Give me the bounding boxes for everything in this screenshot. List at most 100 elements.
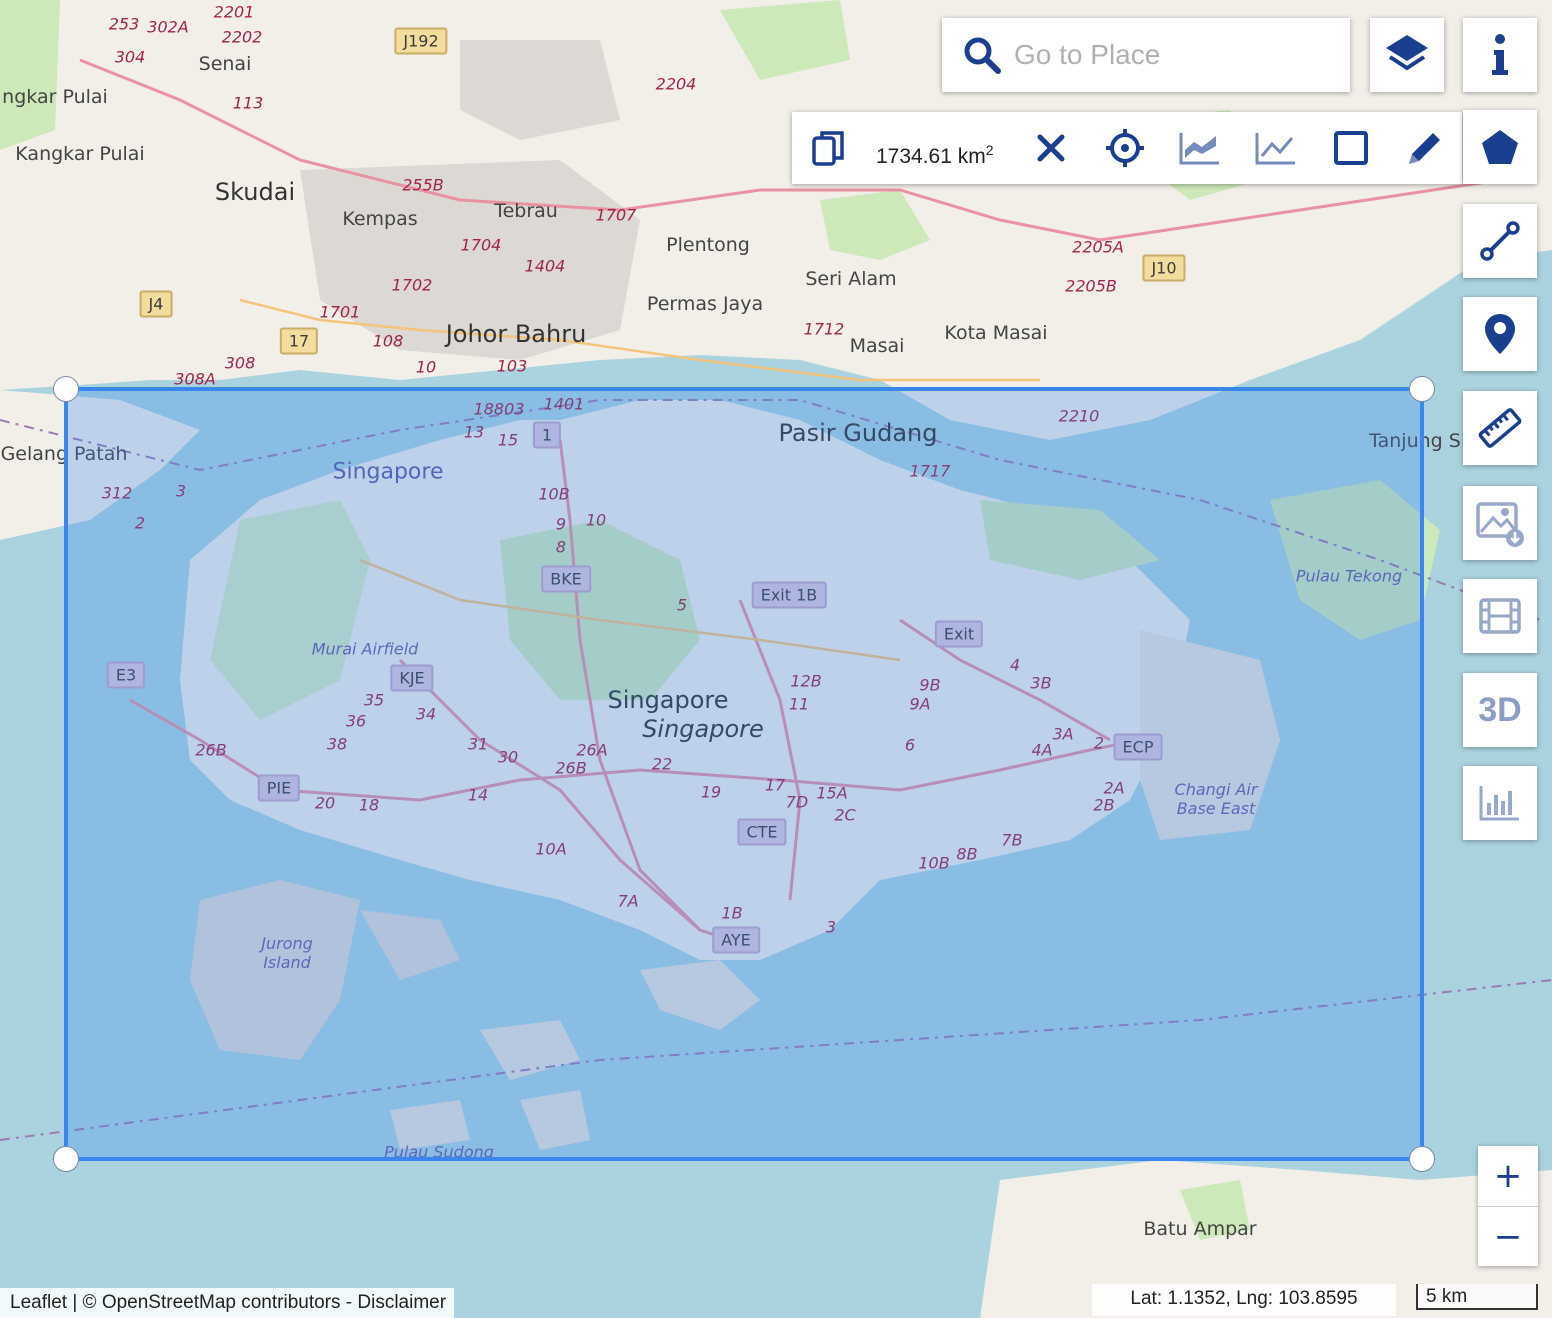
road-number: 10A	[535, 839, 567, 859]
place-label: Masai	[849, 335, 905, 357]
ruler-tool-button[interactable]	[1463, 391, 1537, 465]
place-label: Singapore	[332, 459, 444, 485]
road-number: 30	[497, 747, 519, 767]
place-label: Skudai	[214, 178, 296, 206]
close-icon	[1037, 134, 1065, 162]
rectangle-button[interactable]	[1328, 112, 1374, 184]
road-number: 7A	[617, 891, 639, 911]
place-label: Jurong Island	[261, 934, 313, 972]
map-canvas[interactable]: Skudai Johor Bahru Pasir Gudang Singapor…	[0, 0, 1552, 1318]
place-label: Batu Ampar	[1143, 1218, 1257, 1240]
road-number: 4A	[1031, 740, 1053, 760]
copy-icon	[812, 131, 844, 166]
place-label: Pulau Sudong	[384, 1142, 494, 1162]
road-number: 302A	[147, 17, 189, 37]
selection-handle-bottom-left[interactable]	[53, 1146, 79, 1172]
selection-handle-top-left[interactable]	[53, 376, 79, 402]
road-number: 22	[651, 754, 673, 774]
road-number: 2	[1093, 733, 1105, 753]
road-shield: PIE	[257, 774, 301, 802]
film-icon	[1479, 598, 1521, 634]
road-number: 304	[114, 47, 146, 67]
road-shield: ECP	[1113, 733, 1163, 761]
road-number: 2B	[1093, 795, 1115, 815]
zoom-out-button[interactable]: −	[1478, 1207, 1538, 1267]
elevation-profile-button[interactable]	[1176, 112, 1224, 184]
road-number: 9A	[909, 694, 931, 714]
marker-tool-button[interactable]	[1463, 297, 1537, 371]
place-label: Permas Jaya	[646, 293, 764, 315]
search-box	[942, 18, 1350, 92]
place-label: Singapore	[642, 715, 764, 743]
info-button[interactable]	[1463, 18, 1537, 92]
road-number: 108	[372, 331, 404, 351]
layers-icon	[1386, 35, 1428, 71]
3d-button[interactable]: 3D	[1463, 673, 1537, 747]
road-number: 2202	[221, 27, 263, 47]
polyline-tool-button[interactable]	[1463, 204, 1537, 278]
edit-button[interactable]	[1402, 112, 1448, 184]
place-label: ngkar Pulai	[2, 86, 108, 108]
road-number: 15	[497, 430, 519, 450]
road-number: 1404	[524, 256, 566, 276]
line-chart-icon	[1255, 133, 1295, 165]
copy-button[interactable]	[806, 112, 852, 184]
selection-handle-top-right[interactable]	[1409, 376, 1435, 402]
polygon-tool-button[interactable]	[1463, 110, 1537, 184]
road-number: 3	[175, 481, 187, 501]
place-label: Singapore	[607, 686, 729, 714]
selection-handle-bottom-right[interactable]	[1409, 1146, 1435, 1172]
locate-button[interactable]	[1102, 112, 1148, 184]
zoom-in-button[interactable]: +	[1478, 1146, 1538, 1207]
road-number: 36	[345, 711, 367, 731]
road-shield: Exit	[934, 620, 984, 648]
search-input[interactable]	[1012, 38, 1336, 72]
road-number: 8B	[956, 844, 978, 864]
statistics-button[interactable]	[1463, 766, 1537, 840]
road-number: 7D	[785, 792, 809, 812]
road-number: 9B	[919, 675, 941, 695]
road-number: 2205B	[1065, 276, 1117, 296]
polyline-icon	[1480, 221, 1520, 261]
road-number: 2201	[213, 2, 255, 22]
polygon-icon	[1482, 130, 1518, 164]
road-number: 253	[108, 14, 140, 34]
road-number: 38	[326, 734, 348, 754]
place-label: Plentong	[666, 234, 750, 256]
road-number: 6	[904, 735, 916, 755]
road-number: 2C	[834, 805, 856, 825]
road-number: 2205A	[1072, 237, 1124, 257]
road-number: 10B	[538, 484, 570, 504]
road-number: 11	[788, 694, 810, 714]
road-number: 18803	[473, 399, 525, 419]
road-number: 113	[232, 93, 264, 113]
layers-button[interactable]	[1370, 18, 1444, 92]
cursor-coordinates: Lat: 1.1352, Lng: 103.8595	[1092, 1284, 1396, 1316]
map-attribution[interactable]: Leaflet | © OpenStreetMap contributors -…	[0, 1288, 455, 1318]
place-label: Changi Air Base East	[1174, 780, 1258, 818]
road-number: 10	[585, 510, 607, 530]
road-number: 3B	[1030, 673, 1052, 693]
export-image-button[interactable]	[1463, 486, 1537, 560]
image-download-icon	[1476, 502, 1524, 547]
marker-icon	[1485, 314, 1515, 354]
road-number: 1707	[595, 205, 637, 225]
animation-button[interactable]	[1463, 579, 1537, 653]
road-number: 20	[314, 793, 336, 813]
place-label: Tebrau	[494, 200, 558, 222]
road-shield: CTE	[737, 818, 787, 846]
road-number: 8	[555, 537, 567, 557]
road-number: 31	[467, 734, 489, 754]
road-number: 1401	[543, 394, 585, 414]
place-label: Kempas	[342, 208, 418, 230]
road-number: 34	[415, 704, 437, 724]
area-chart-icon	[1179, 133, 1219, 165]
clear-button[interactable]	[1028, 112, 1074, 184]
line-chart-button[interactable]	[1252, 112, 1300, 184]
road-shield: KJE	[390, 664, 434, 692]
place-label: Seri Alam	[805, 268, 897, 290]
search-icon[interactable]	[962, 35, 1002, 75]
square-icon	[1334, 131, 1368, 165]
road-number: 1712	[803, 319, 845, 339]
place-label: Gelang Patah	[0, 443, 128, 465]
